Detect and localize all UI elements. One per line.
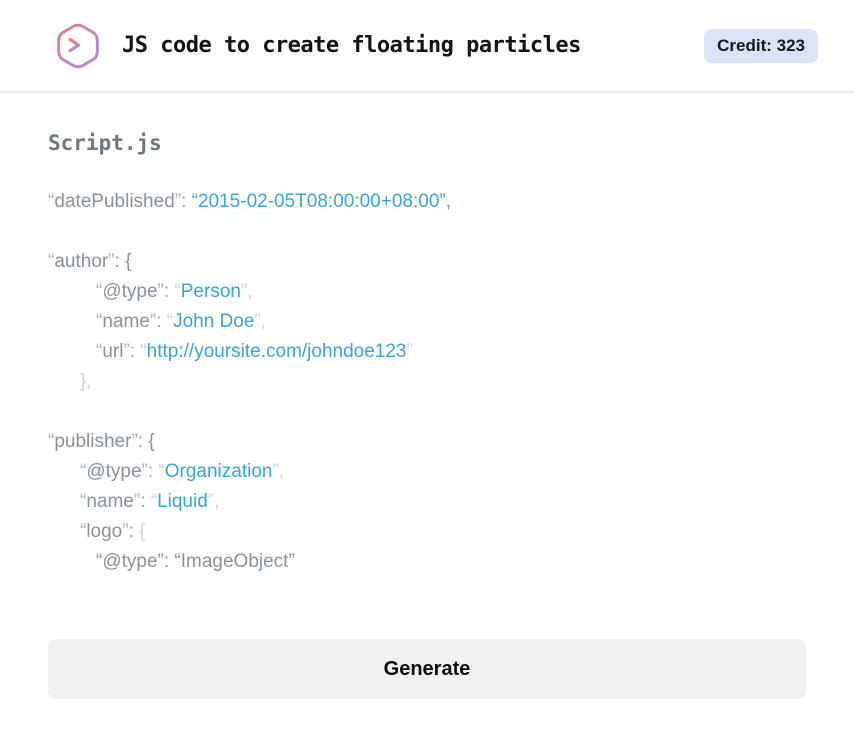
code-line: “@type”: “ImageObject” — [96, 551, 295, 572]
page-title: JS code to create floating particles — [122, 33, 581, 58]
code-line: }, — [80, 371, 92, 392]
code-line: “@type”: “Person”, — [96, 281, 253, 302]
code-line: “logo”: { — [80, 521, 146, 542]
header: JS code to create floating particles Cre… — [0, 0, 854, 93]
terminal-prompt-hexagon-icon — [52, 20, 104, 72]
content-area: Script.js “datePublished”: “2015-02-05T0… — [0, 93, 854, 699]
code-line: “author”: { — [48, 251, 132, 272]
code-line: “url”: “http://yoursite.com/johndoe123” — [96, 341, 413, 362]
file-name-label: Script.js — [48, 131, 162, 155]
code-block: “datePublished”: “2015-02-05T08:00:00+08… — [48, 187, 806, 577]
generate-button[interactable]: Generate — [48, 639, 806, 699]
code-line: “@type”: “Organization”, — [80, 461, 285, 482]
app-window: JS code to create floating particles Cre… — [0, 0, 854, 748]
header-left: JS code to create floating particles — [52, 20, 581, 72]
credit-badge: Credit: 323 — [704, 28, 818, 63]
code-line: “name”: “Liquid”, — [80, 491, 220, 512]
code-line: “name”: “John Doe”, — [96, 311, 267, 332]
code-line: “datePublished”: “2015-02-05T08:00:00+08… — [48, 191, 451, 212]
code-line: “publisher”: { — [48, 431, 155, 452]
